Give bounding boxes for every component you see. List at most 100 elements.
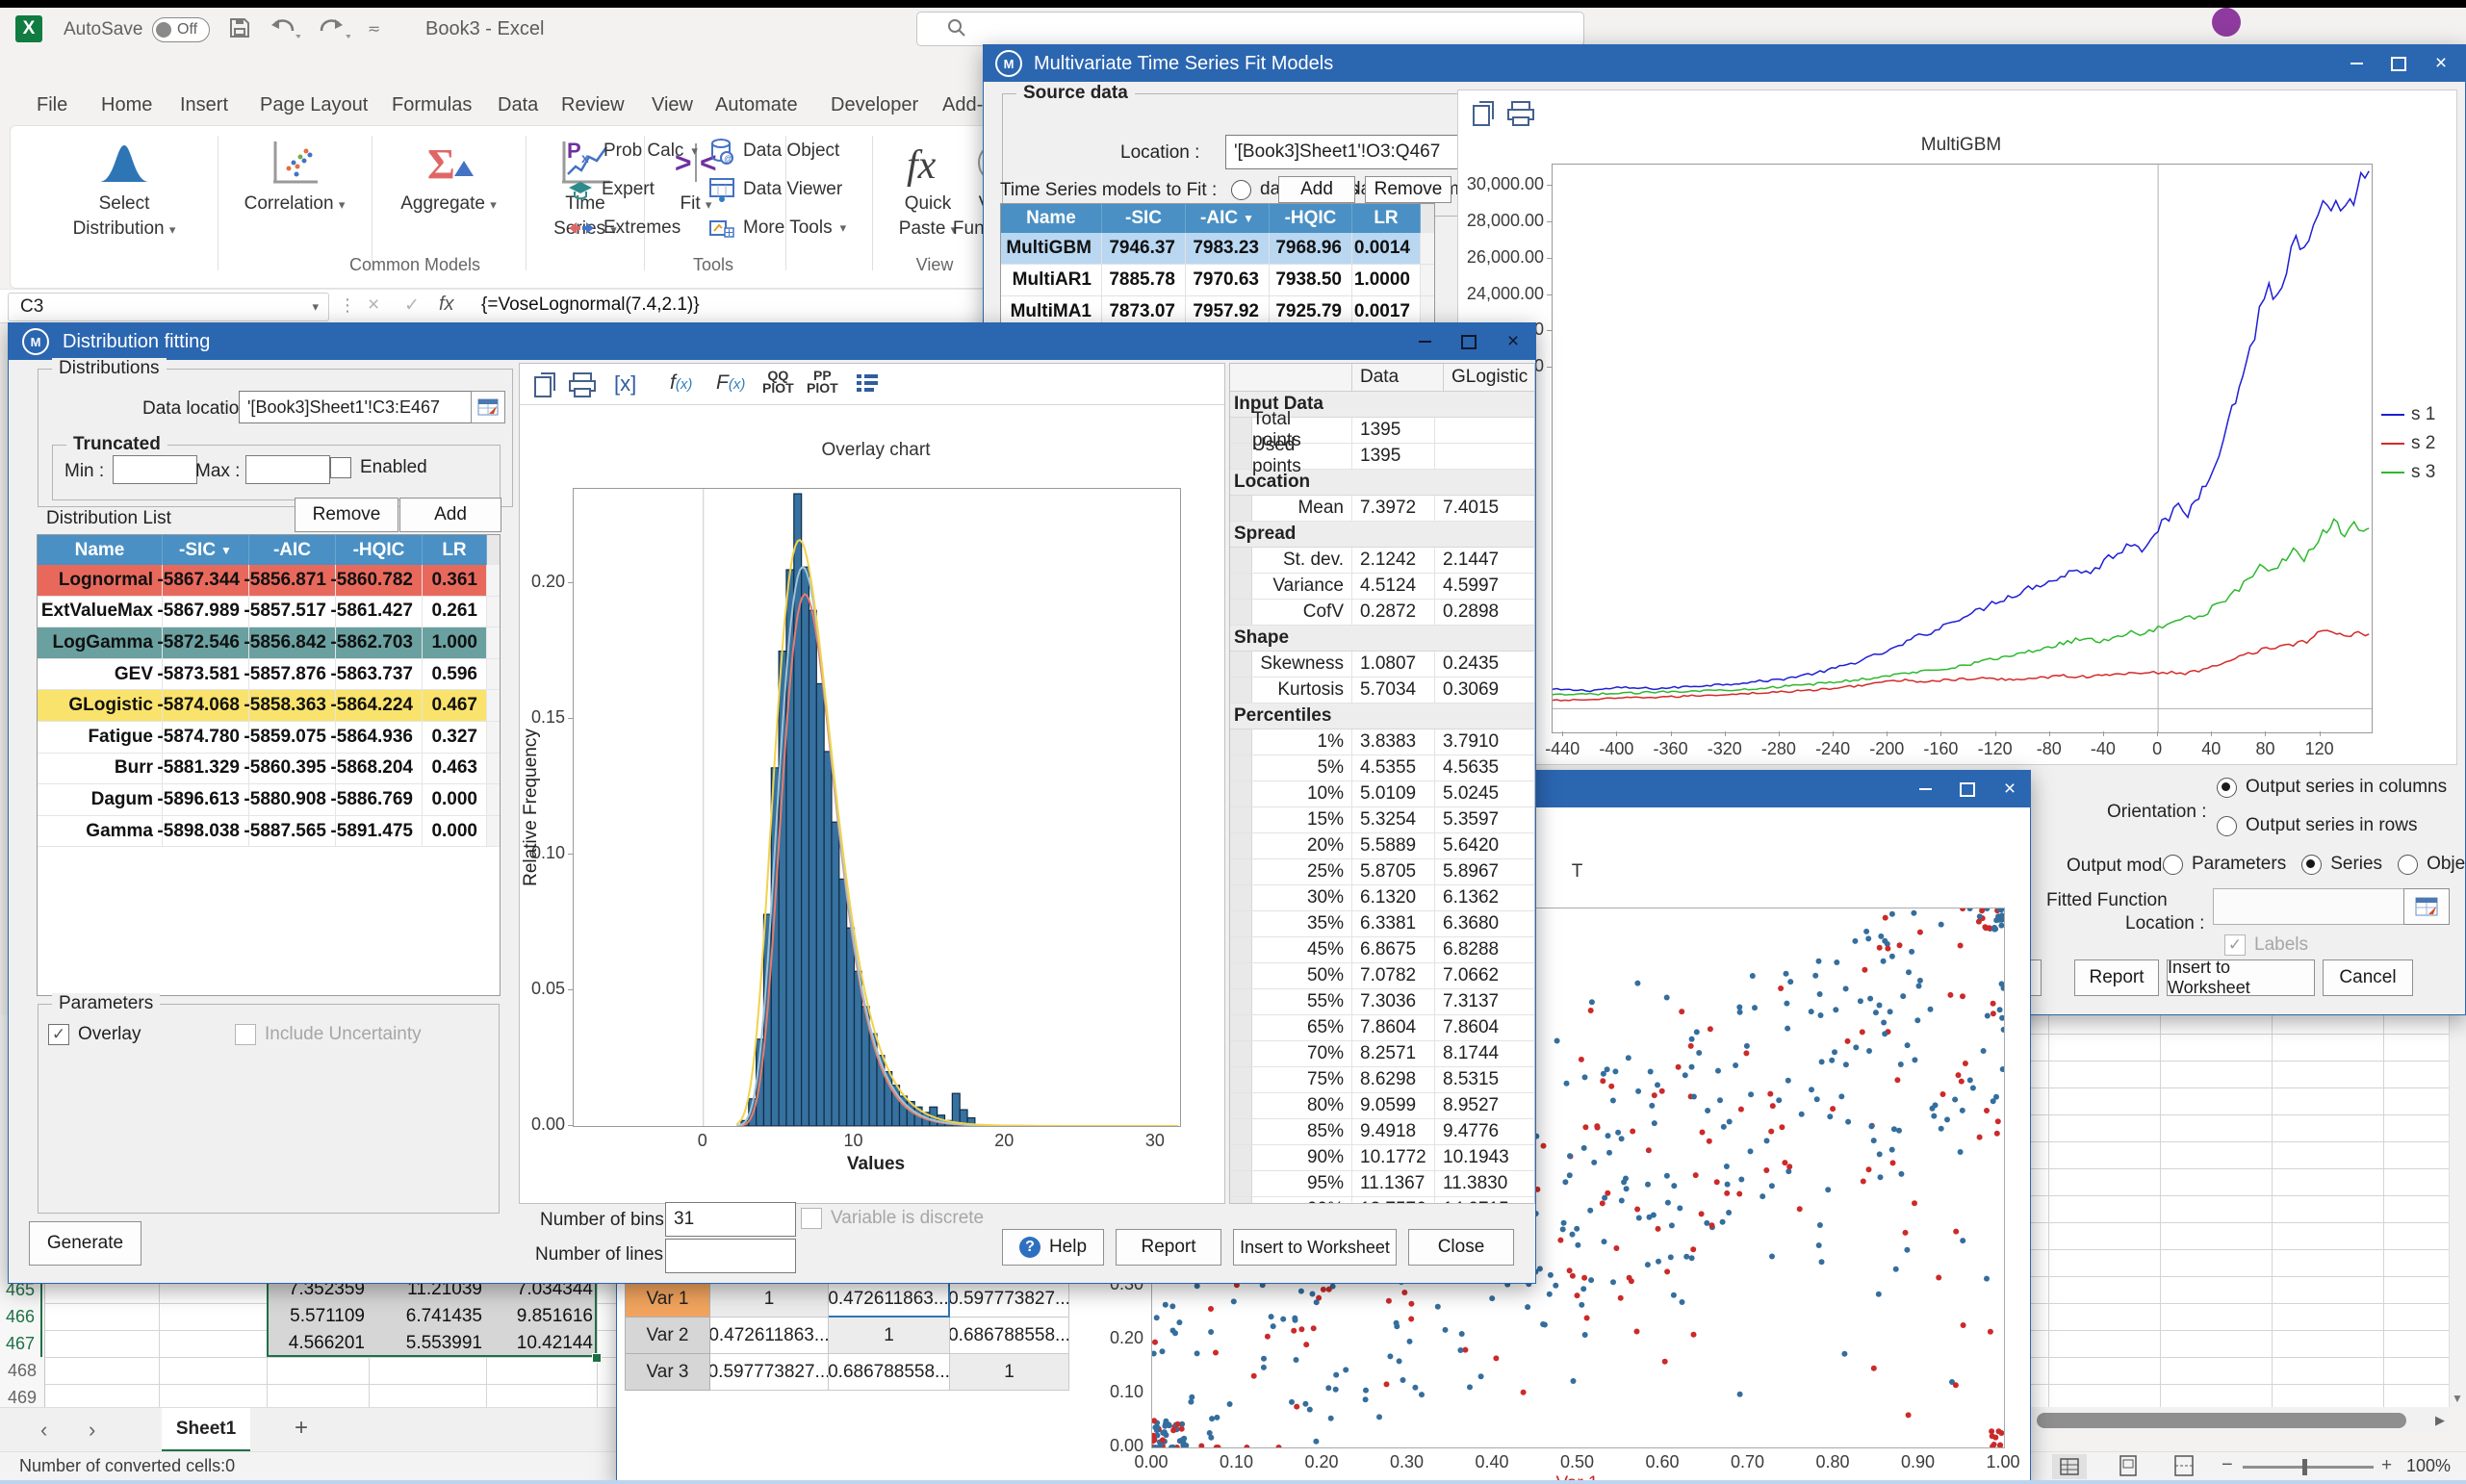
fit-close-icon[interactable]: ×	[1499, 330, 1528, 353]
fit-help-button[interactable]: ? Help	[1002, 1229, 1104, 1266]
row-header-467[interactable]: 467	[0, 1330, 42, 1357]
corr-row-header[interactable]: Var 2	[625, 1318, 710, 1354]
ribbon-tab-insert[interactable]: Insert	[180, 94, 228, 116]
mv-fitted-range-picker-button[interactable]	[2403, 888, 2450, 925]
hscroll-right-icon[interactable]: ▶	[2435, 1413, 2445, 1428]
dist-table-scroll-track[interactable]	[487, 535, 500, 565]
ribbon-button-aggregate[interactable]: ΣAggregate ▾	[386, 134, 511, 251]
corr-cell[interactable]: 0.686788558...	[950, 1318, 1069, 1354]
corr-cell[interactable]: 1	[950, 1354, 1069, 1391]
ribbon-button-extremes[interactable]: Extremes	[567, 213, 681, 243]
autosave-toggle[interactable]: Off	[152, 17, 210, 42]
data-location-input[interactable]: '[Book3]Sheet1'!C3:E467	[239, 391, 479, 423]
mv-output-mode-object[interactable]: Object	[2398, 854, 2466, 875]
models-column-header-Name[interactable]: Name	[1001, 204, 1102, 233]
mv-report-button[interactable]: Report	[2074, 959, 2159, 996]
overlay-checkbox-box[interactable]: ✓	[48, 1024, 69, 1045]
formula-menu-icon[interactable]: ⋮	[339, 295, 356, 316]
distribution-table[interactable]: Name-SIC▼-AIC-HQICLRLognormal-5867.344-5…	[37, 534, 501, 996]
overlay-checkbox[interactable]: ✓ Overlay	[48, 1024, 141, 1045]
excel-app-icon[interactable]: X	[15, 15, 42, 42]
corr-row-header[interactable]: Var 3	[625, 1354, 710, 1391]
corr-cell[interactable]: 0.597773827...	[950, 1281, 1069, 1318]
ribbon-tab-data[interactable]: Data	[498, 94, 538, 116]
zoom-level[interactable]: 100%	[2406, 1456, 2451, 1476]
dist-table-row-lognormal[interactable]: Lognormal-5867.344-5856.871-5860.7820.36…	[38, 565, 500, 597]
dist-table-row-burr[interactable]: Burr-5881.329-5860.395-5868.2040.463	[38, 754, 500, 785]
copy-chart-icon[interactable]	[533, 371, 558, 398]
dist-table-row-gamma[interactable]: Gamma-5898.038-5887.565-5891.4750.000	[38, 816, 500, 848]
zoom-slider[interactable]	[2243, 1466, 2374, 1469]
cell-value[interactable]: 10.42144	[486, 1330, 593, 1357]
insert-function-icon[interactable]: fx	[439, 294, 454, 316]
row-header-466[interactable]: 466	[0, 1303, 42, 1330]
hscroll-thumb[interactable]	[2037, 1413, 2406, 1428]
ribbon-button-data-viewer[interactable]: Data Viewer	[708, 174, 842, 205]
cell-value[interactable]: 6.741435	[369, 1303, 482, 1330]
stats-panel[interactable]: DataGLogisticInput DataTotal points1395U…	[1229, 363, 1535, 1204]
fit-maximize-icon[interactable]	[1454, 330, 1483, 353]
copula-minimize-icon[interactable]	[1911, 778, 1939, 801]
dist-column-header-AIC[interactable]: -AIC	[249, 535, 336, 565]
corr-cell[interactable]: 0.686788558...	[829, 1354, 950, 1391]
dist-column-header-LR[interactable]: LR	[423, 535, 487, 565]
models-column-header-LR[interactable]: LR	[1352, 204, 1421, 233]
view-pagebreak-icon[interactable]	[2173, 1454, 2195, 1477]
row-header-468[interactable]: 468	[0, 1357, 42, 1384]
corr-cell[interactable]: 0.597773827...	[710, 1354, 829, 1391]
ribbon-button-correlation[interactable]: Correlation ▾	[232, 134, 357, 251]
ribbon-button-select-distribution[interactable]: SelectDistribution ▾	[62, 134, 187, 251]
undo-icon[interactable]	[268, 15, 300, 40]
zoom-in-icon[interactable]: +	[2381, 1455, 2392, 1476]
ribbon-tab-formulas[interactable]: Formulas	[392, 94, 472, 116]
ribbon-tab-view[interactable]: View	[652, 94, 693, 116]
dist-table-row-extvaluemax[interactable]: ExtValueMax-5867.989-5857.517-5861.4270.…	[38, 597, 500, 628]
mv-fitted-location-input[interactable]	[2213, 888, 2411, 925]
dist-column-header-SIC[interactable]: -SIC▼	[163, 535, 249, 565]
cdf-view-icon[interactable]: F(x)	[716, 371, 745, 395]
ribbon-tab-file[interactable]: File	[37, 94, 67, 116]
include-uncertainty-checkbox[interactable]: Include Uncertainty	[235, 1024, 422, 1045]
cell-value[interactable]: 9.851616	[486, 1303, 593, 1330]
fill-handle[interactable]	[592, 1353, 602, 1363]
print-chart-icon[interactable]	[1506, 100, 1535, 127]
models-column-header-HQIC[interactable]: -HQIC	[1270, 204, 1352, 233]
fit-minimize-icon[interactable]	[1410, 330, 1439, 353]
mv-orient-rows-circle[interactable]	[2217, 816, 2237, 836]
vertical-scrollbar[interactable]: ▼	[2449, 1015, 2466, 1407]
ribbon-tab-developer[interactable]: Developer	[831, 94, 918, 116]
view-normal-icon[interactable]	[2052, 1454, 2087, 1479]
zoom-out-icon[interactable]: −	[2222, 1454, 2233, 1476]
mv-output-mode-circle[interactable]	[2163, 855, 2183, 875]
print-chart-icon[interactable]	[568, 371, 597, 398]
pp-plot-icon[interactable]: PPPlOT	[807, 370, 838, 395]
copula-close-icon[interactable]: ×	[1995, 778, 2024, 801]
models-column-header-AIC[interactable]: -AIC▼	[1186, 204, 1270, 233]
dist-column-header-Name[interactable]: Name	[38, 535, 163, 565]
zoom-slider-thumb[interactable]	[2302, 1459, 2307, 1475]
discrete-checkbox-box[interactable]	[801, 1208, 822, 1229]
dist-table-row-glogistic[interactable]: GLogistic-5874.068-5858.363-5864.2240.46…	[38, 690, 500, 722]
ribbon-tab-automate[interactable]: Automate	[715, 94, 798, 116]
mv-add-button[interactable]: Add	[1278, 176, 1355, 203]
copula-maximize-icon[interactable]	[1953, 778, 1982, 801]
dist-table-row-dagum[interactable]: Dagum-5896.613-5880.908-5886.7690.000	[38, 784, 500, 816]
bins-input[interactable]: 31	[665, 1202, 796, 1237]
qat-customize-icon[interactable]: ≂	[368, 19, 380, 38]
discrete-checkbox[interactable]: Variable is discrete	[801, 1208, 984, 1229]
horizontal-scrollbar[interactable]: ▶	[2029, 1409, 2449, 1432]
correlation-table[interactable]: Var 110.472611863...0.597773827...Var 20…	[625, 1281, 1069, 1391]
fit-add-button[interactable]: Add	[399, 498, 501, 532]
fit-range-picker-button[interactable]	[471, 391, 505, 423]
ribbon-button-expert[interactable]: Expert	[567, 174, 655, 205]
dist-column-header-HQIC[interactable]: -HQIC	[336, 535, 423, 565]
min-input[interactable]	[113, 455, 197, 484]
mv-output-mode-circle[interactable]	[2301, 855, 2322, 875]
mv-radio-rows-circle[interactable]	[1231, 180, 1251, 200]
mv-output-mode-circle[interactable]	[2398, 855, 2418, 875]
axis-options-icon[interactable]: [x]	[614, 371, 636, 397]
add-sheet-icon[interactable]: +	[295, 1415, 308, 1442]
save-icon[interactable]	[227, 15, 252, 40]
mv-dialog-titlebar[interactable]: M Multivariate Time Series Fit Models ×	[984, 45, 2465, 82]
mv-insert-button[interactable]: Insert to Worksheet	[2167, 959, 2315, 996]
